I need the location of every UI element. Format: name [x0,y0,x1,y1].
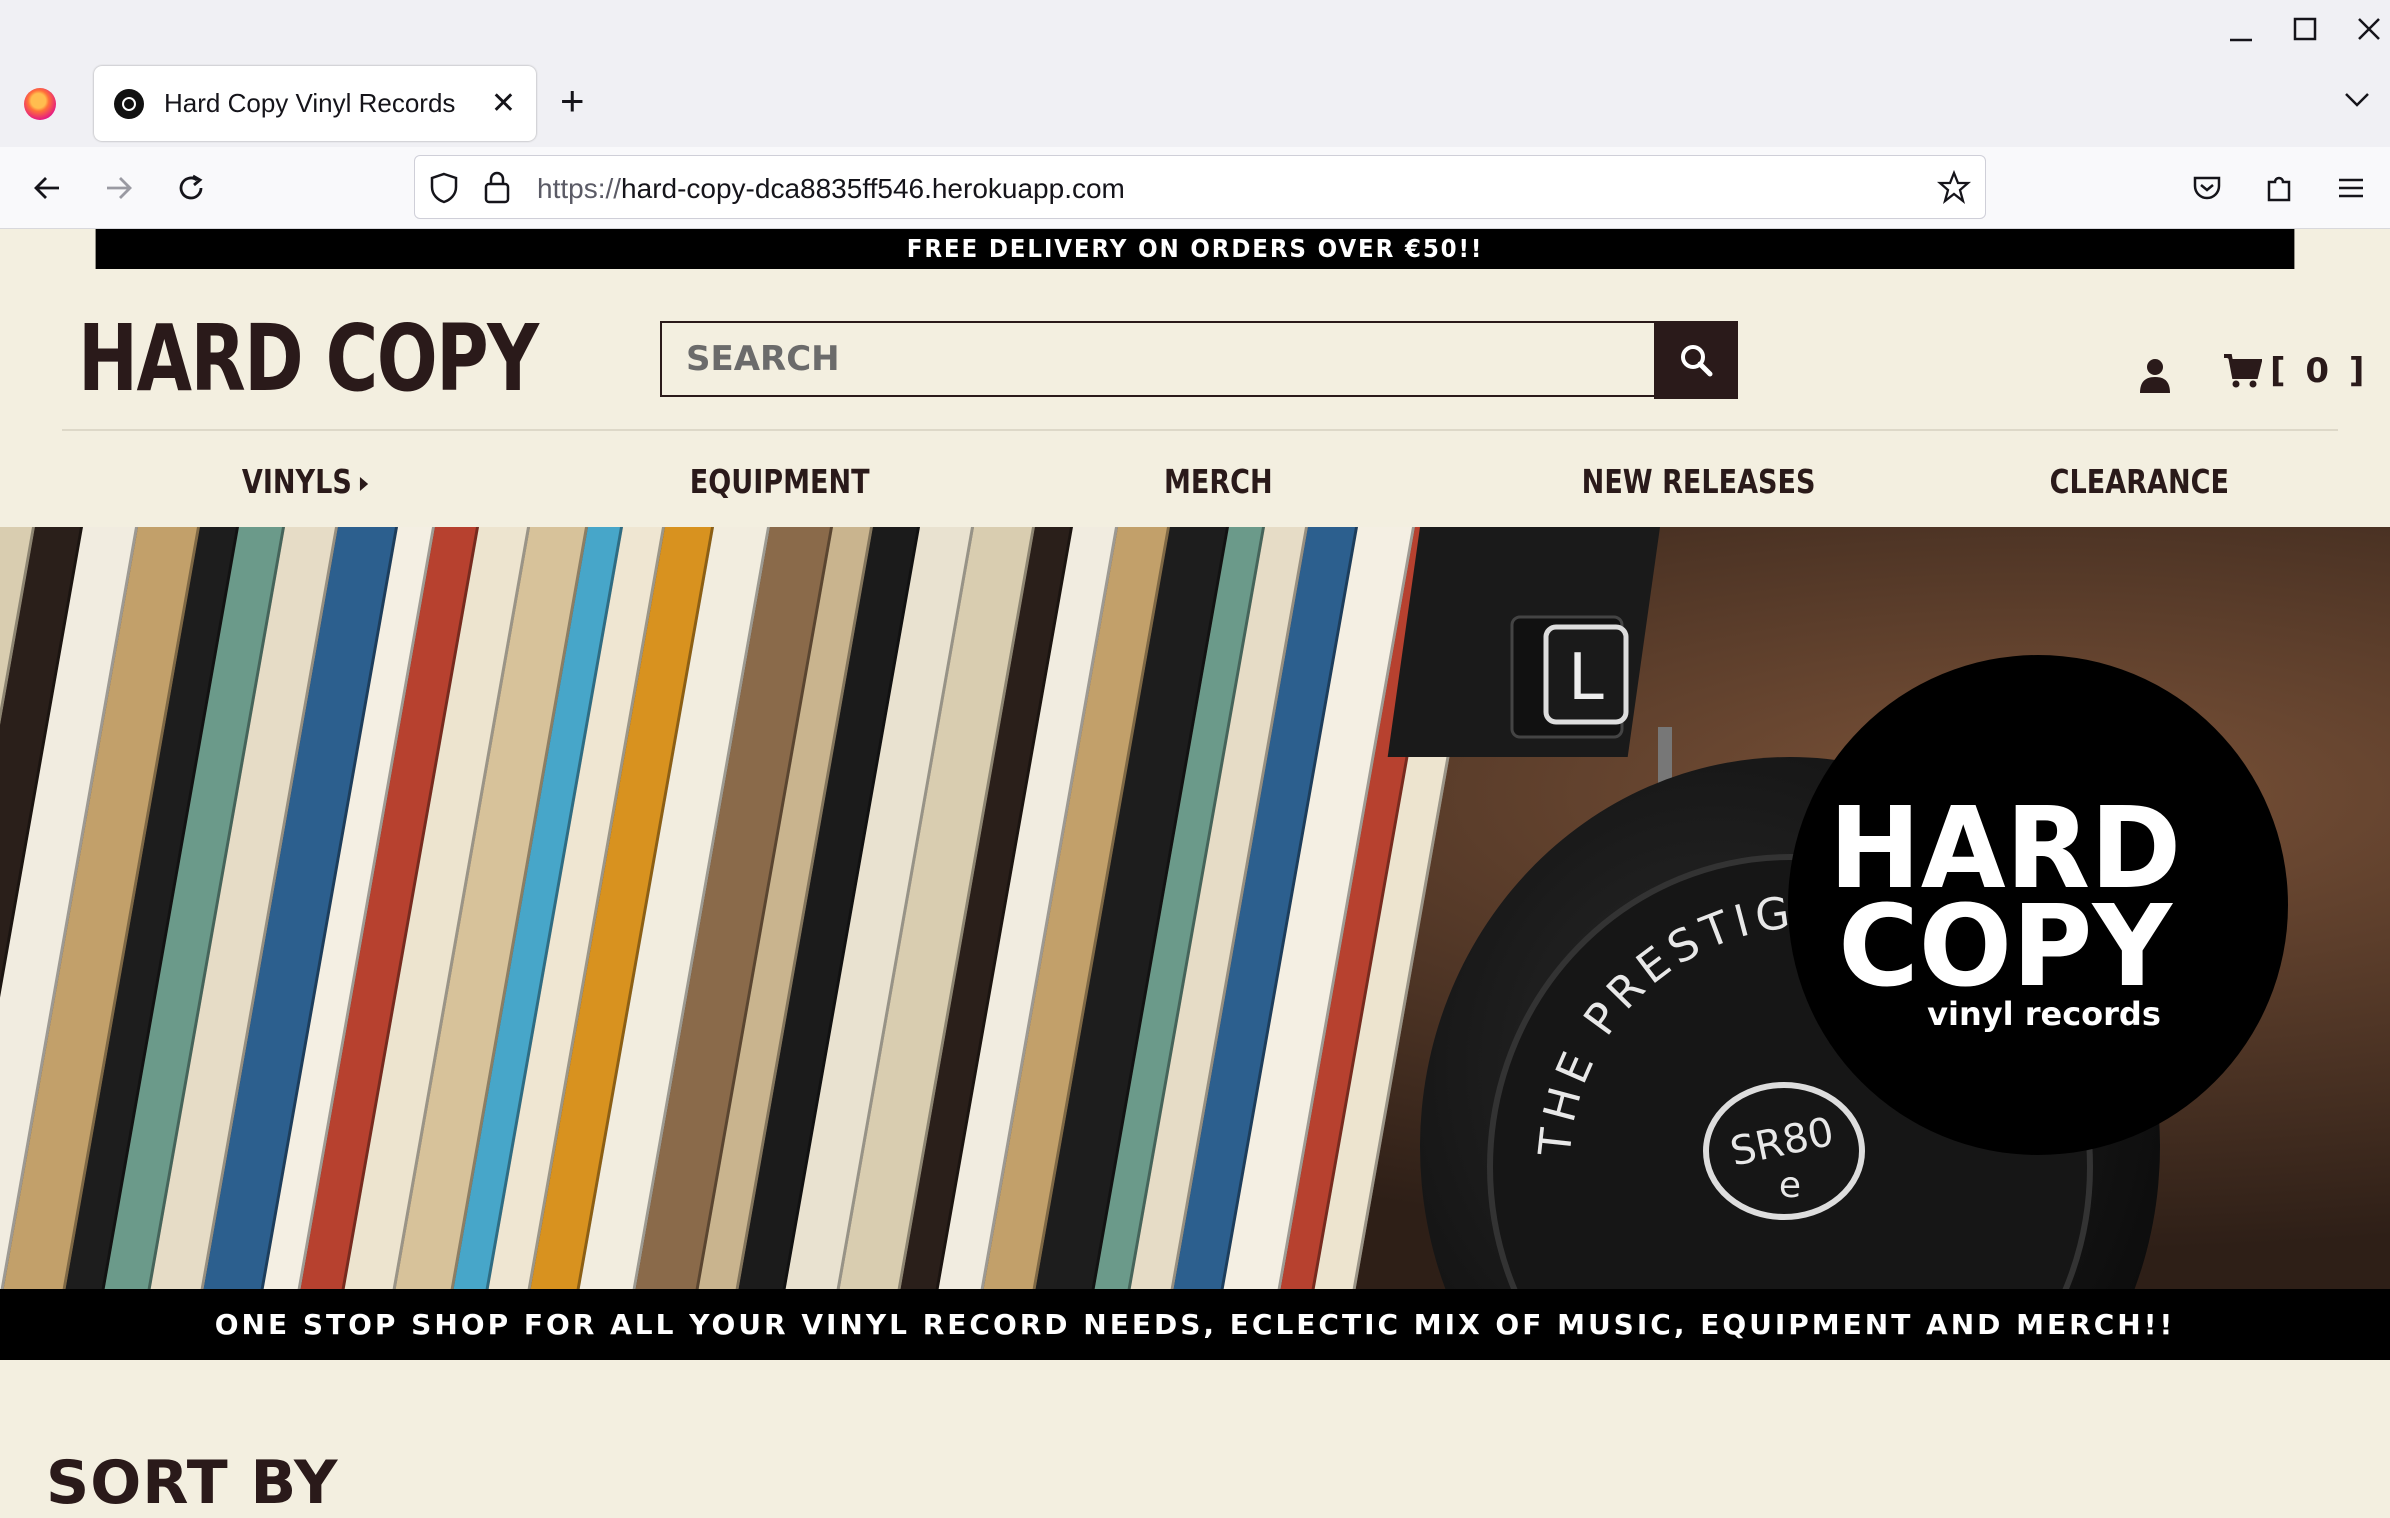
cup-letter: L [1568,641,1604,715]
minimize-icon[interactable] [2226,18,2256,48]
cart-link[interactable]: [ 0 ] [2222,351,2368,391]
lock-icon[interactable] [483,170,511,204]
site-logo[interactable]: HARD COPY [78,305,539,412]
firefox-logo-icon[interactable] [24,88,56,120]
sort-by-heading: SORT BY [46,1448,339,1518]
pocket-icon[interactable] [2184,165,2230,211]
badge-subtitle: vinyl records [1927,995,2161,1033]
vinyl-record-icon [114,88,144,119]
record-spines [0,527,1501,1289]
search-button[interactable] [1654,321,1738,399]
close-tab-icon[interactable]: ✕ [491,88,516,119]
extensions-icon[interactable] [2256,165,2302,211]
main-navigation: VINYLS EQUIPMENT MERCH NEW RELEASES CLEA… [0,449,2390,515]
caret-right-icon [360,476,369,491]
headphone-model-sub: e [1779,1165,1801,1206]
browser-navbar: https://hard-copy-dca8835ff546.herokuapp… [0,147,2390,229]
shopping-cart-icon [2224,354,2262,388]
maximize-icon[interactable] [2290,14,2320,44]
new-tab-icon[interactable]: + [560,80,585,122]
forward-arrow-icon[interactable] [96,165,142,211]
search-form [660,321,1738,399]
nav-equipment[interactable]: EQUIPMENT [690,449,870,515]
back-arrow-icon[interactable] [24,165,70,211]
person-icon[interactable] [2138,357,2172,393]
url-text[interactable]: https://hard-copy-dca8835ff546.herokuapp… [537,173,1125,205]
tab-title: Hard Copy Vinyl Records [164,88,456,118]
nav-merch[interactable]: MERCH [1164,449,1273,515]
site-header: HARD COPY [ 0 ] VINYLS EQUIPMENT MERCH N… [0,269,2390,527]
address-bar[interactable]: https://hard-copy-dca8835ff546.herokuapp… [414,155,1986,219]
nav-clearance[interactable]: CLEARANCE [2050,449,2229,515]
close-window-icon[interactable] [2354,14,2384,44]
reload-icon[interactable] [168,165,214,211]
nav-new-releases[interactable]: NEW RELEASES [1582,449,1816,515]
hamburger-menu-icon[interactable] [2328,165,2374,211]
browser-tabbar: Hard Copy Vinyl Records ✕ + [0,0,2390,147]
badge-line2: COPY [1838,882,2173,1012]
magnifier-icon [1681,345,1713,377]
header-divider [62,429,2338,431]
tagline-banner: ONE STOP SHOP FOR ALL YOUR VINYL RECORD … [0,1289,2390,1360]
bookmark-star-icon[interactable] [1937,170,1971,204]
chevron-down-icon[interactable] [2342,84,2372,114]
nav-vinyls[interactable]: VINYLS [242,449,369,515]
hero-image: L THE PRESTIGE SR80 e HARD COPY vinyl re… [0,527,2390,1289]
hero-banner: L THE PRESTIGE SR80 e HARD COPY vinyl re… [0,527,2390,1289]
shield-icon[interactable] [429,172,459,204]
search-input[interactable] [662,323,1656,395]
free-delivery-banner: FREE DELIVERY ON ORDERS OVER €50!! [95,229,2295,269]
browser-tab[interactable]: Hard Copy Vinyl Records ✕ [94,66,536,141]
cart-count: [ 0 ] [2270,351,2369,391]
